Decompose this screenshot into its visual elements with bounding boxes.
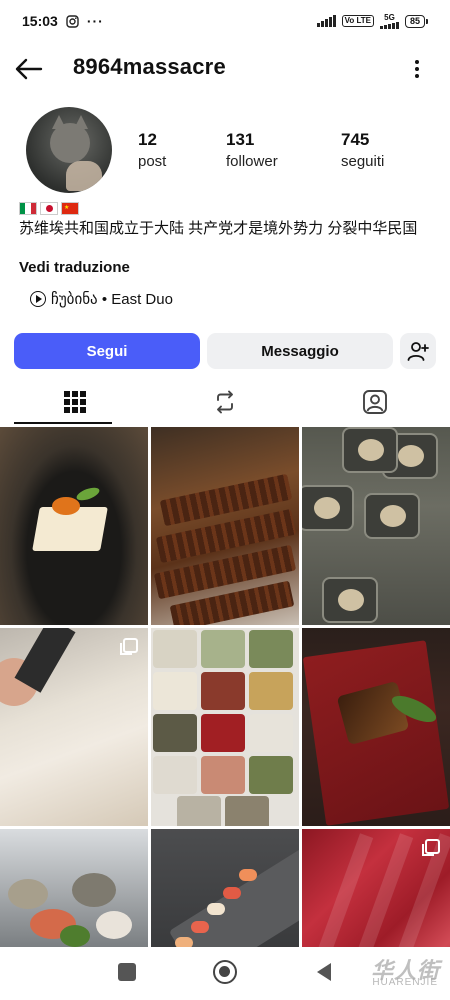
arrow-left-icon[interactable] [14, 54, 44, 84]
stat-followers-value: 131 [226, 130, 255, 149]
recent-apps-icon[interactable] [118, 963, 136, 981]
avatar[interactable] [26, 107, 112, 193]
stat-posts[interactable]: 12 post [138, 130, 166, 170]
stat-following[interactable]: 745 seguiti [341, 130, 384, 170]
multiple-photos-icon [422, 839, 440, 856]
battery-level: 85 [404, 14, 425, 28]
grid-post[interactable] [151, 427, 299, 625]
home-icon[interactable] [213, 960, 237, 984]
repost-icon [217, 390, 233, 414]
posts-grid [0, 427, 450, 947]
tab-tagged[interactable] [300, 380, 450, 424]
status-time: 15:03 [22, 13, 58, 29]
bio-flags: ★ [19, 202, 79, 215]
grid-post[interactable] [151, 628, 299, 826]
profile-bio: 苏维埃共和国成立于大陆 共产党才是境外势力 分裂中华民国 [19, 220, 418, 237]
tab-posts-grid[interactable] [0, 380, 150, 424]
stat-posts-label: post [138, 153, 167, 170]
grid-post[interactable] [0, 427, 148, 625]
profile-header: 8964massacre [0, 48, 450, 88]
battery-icon: 85 [404, 14, 428, 28]
profile-tabs [0, 380, 450, 424]
person-add-icon [407, 342, 429, 361]
grid-post[interactable] [302, 628, 450, 826]
message-button[interactable]: Messaggio [207, 333, 393, 369]
see-translation-link[interactable]: Vedi traduzione [19, 259, 130, 276]
grid-icon [64, 391, 86, 413]
add-user-button[interactable] [400, 333, 436, 369]
flag-japan-icon [40, 202, 58, 215]
watermark-sub: HUARENJIE [372, 977, 438, 988]
flag-china-icon: ★ [61, 202, 79, 215]
profile-stats: 12 post 131 follower 745 seguiti [138, 130, 438, 180]
stat-following-label: seguiti [341, 153, 385, 170]
status-bar: 15:03 ··· Vo LTE 5G 85 [0, 0, 450, 42]
profile-username: 8964massacre [73, 54, 226, 79]
profile-music[interactable]: ჩუბინა • East Duo [30, 290, 173, 308]
multiple-photos-icon [120, 638, 138, 655]
vertical-dots-icon[interactable] [406, 56, 428, 82]
instagram-icon [66, 14, 79, 28]
signal-icon [316, 15, 336, 27]
profile-music-label: ჩუბინა • East Duo [51, 291, 173, 308]
flag-italy-icon [19, 202, 37, 215]
play-icon [30, 291, 46, 307]
grid-post[interactable] [0, 829, 148, 947]
follow-button[interactable]: Segui [14, 333, 200, 369]
tagged-person-icon [363, 390, 387, 414]
grid-post[interactable] [151, 829, 299, 947]
grid-post[interactable] [0, 628, 148, 826]
back-triangle-icon[interactable] [317, 963, 331, 981]
grid-post[interactable] [302, 829, 450, 947]
stat-followers-label: follower [226, 153, 278, 170]
5g-signal-icon: 5G [379, 13, 399, 29]
volte-icon: Vo LTE [341, 15, 374, 27]
tab-reposts[interactable] [150, 380, 300, 424]
stat-following-value: 745 [341, 130, 370, 149]
grid-post[interactable] [302, 427, 450, 625]
more-dots-icon: ··· [86, 13, 104, 29]
stat-followers[interactable]: 131 follower [226, 130, 278, 170]
system-nav-bar: 华人街 HUARENJIE [0, 947, 450, 1000]
stat-posts-value: 12 [138, 130, 157, 149]
